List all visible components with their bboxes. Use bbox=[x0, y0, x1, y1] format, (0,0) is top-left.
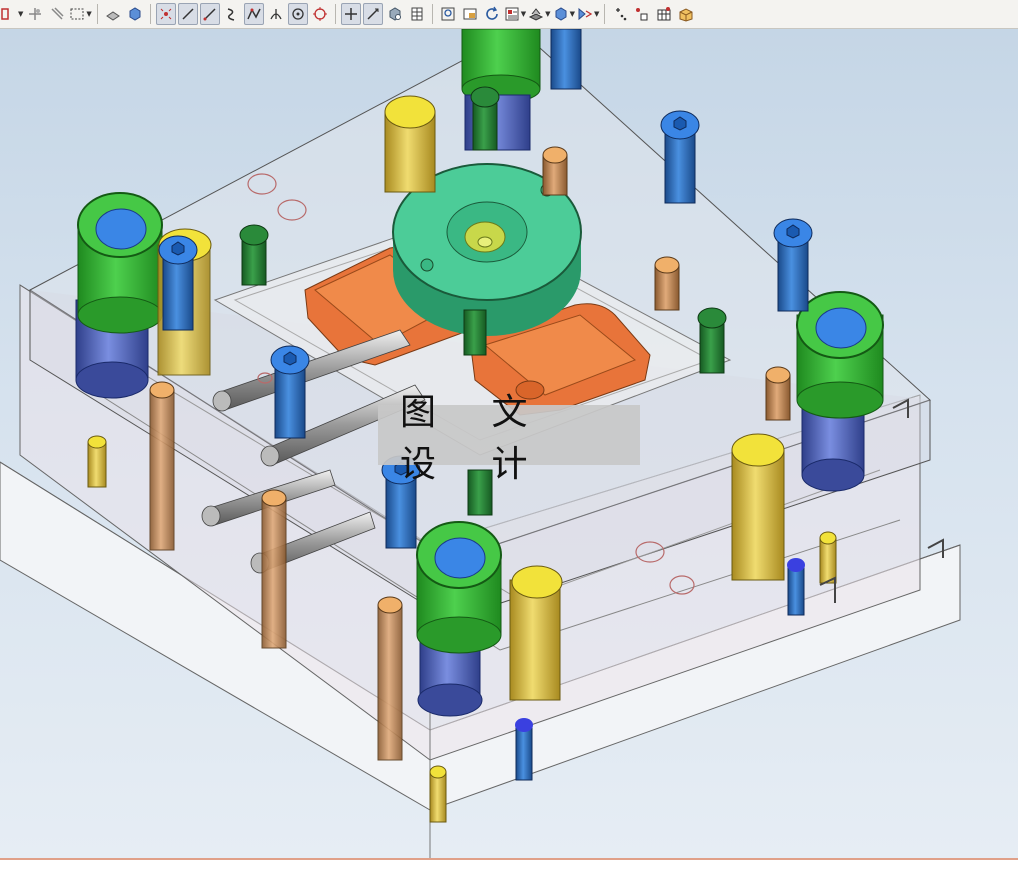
view-orient-icon[interactable]: ▼ bbox=[504, 3, 526, 25]
block-solid-icon[interactable] bbox=[103, 3, 123, 25]
rotate-icon[interactable] bbox=[482, 3, 502, 25]
circle-point-icon[interactable] bbox=[310, 3, 330, 25]
snap-point-icon[interactable] bbox=[25, 3, 45, 25]
cross-point-icon[interactable] bbox=[340, 3, 361, 25]
select-dropdown[interactable]: ▼ bbox=[1, 3, 23, 25]
center-point-icon[interactable] bbox=[287, 3, 308, 25]
watermark-text: 图 文 设 计 bbox=[400, 392, 550, 485]
toolbar-separator bbox=[334, 4, 336, 24]
toolbar-separator bbox=[431, 4, 433, 24]
main-toolbar: ▼ ▼ ▼ ▼ ▼ ▼ bbox=[0, 0, 1018, 29]
polyline-icon[interactable] bbox=[243, 3, 264, 25]
intersection-icon[interactable] bbox=[266, 3, 286, 25]
zoom-fit-icon[interactable] bbox=[438, 3, 458, 25]
point-set-icon[interactable] bbox=[632, 3, 652, 25]
3d-viewport[interactable]: 图 文 设 计 bbox=[0, 29, 1018, 858]
line-segment-icon[interactable] bbox=[199, 3, 220, 25]
visibility-icon[interactable]: ▼ bbox=[577, 3, 599, 25]
cube-view-icon[interactable] bbox=[125, 3, 145, 25]
shaded-cube-icon[interactable] bbox=[385, 3, 405, 25]
snap-lines-icon[interactable] bbox=[47, 3, 67, 25]
line-tool-icon[interactable] bbox=[177, 3, 198, 25]
direction-line-icon[interactable] bbox=[362, 3, 383, 25]
layer-box-icon[interactable] bbox=[676, 3, 696, 25]
render-mode-icon[interactable]: ▼ bbox=[528, 3, 551, 25]
add-point-icon[interactable] bbox=[610, 3, 630, 25]
toolbar-separator bbox=[149, 4, 151, 24]
box-select-icon[interactable]: ▼ bbox=[69, 3, 92, 25]
toolbar-separator bbox=[96, 4, 98, 24]
zoom-window-icon[interactable] bbox=[460, 3, 480, 25]
watermark-label: 图 文 设 计 bbox=[378, 392, 640, 485]
shaded-solid-icon[interactable]: ▼ bbox=[553, 3, 575, 25]
table-grid-icon[interactable] bbox=[407, 3, 427, 25]
point-on-object-icon[interactable] bbox=[155, 3, 176, 25]
grid-snap-icon[interactable] bbox=[654, 3, 674, 25]
toolbar-separator bbox=[604, 4, 606, 24]
arc-tool-icon[interactable] bbox=[222, 3, 242, 25]
